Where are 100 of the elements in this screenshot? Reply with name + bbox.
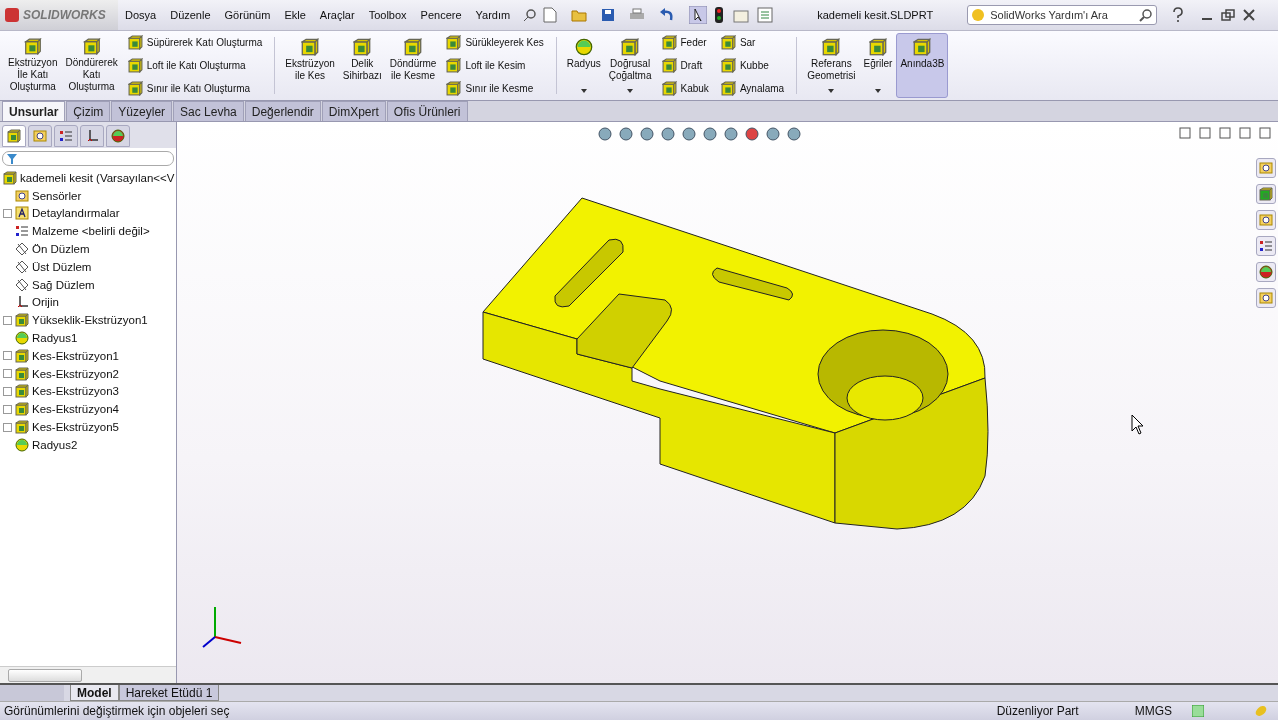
plane-icon xyxy=(15,259,29,274)
horizontal-scrollbar[interactable] xyxy=(0,666,176,683)
command-tab[interactable]: Çizim xyxy=(66,101,111,121)
ribbon-button[interactable]: Döndürme ile Kesme xyxy=(385,33,441,98)
cut-feature-icon xyxy=(15,348,29,363)
sensor-folder-icon xyxy=(15,188,29,203)
help-search-field[interactable]: SolidWorks Yardım'ı Ara xyxy=(967,5,1158,25)
command-tab[interactable]: Değerlendir xyxy=(244,101,321,121)
tree-item[interactable]: kademeli kesit (Varsayılan<<V xyxy=(20,171,175,184)
command-tab[interactable]: DimXpert xyxy=(321,101,386,121)
print-icon[interactable] xyxy=(629,8,646,22)
ribbon-button[interactable]: Delik Sihirbazı xyxy=(338,33,386,98)
expand-icon[interactable] xyxy=(3,404,12,414)
ribbon-button[interactable]: Süpürerek Katı Oluşturma xyxy=(127,35,263,50)
feature-tree-icon[interactable] xyxy=(7,129,21,143)
expand-icon[interactable] xyxy=(3,386,12,396)
command-tab[interactable]: Ofis Ürünleri xyxy=(386,101,468,121)
document-title: kademeli kesit.SLDPRT xyxy=(817,9,935,21)
tree-item[interactable]: Yükseklik-Ekstrüzyon1 xyxy=(32,314,148,327)
tree-item[interactable]: Ön Düzlem xyxy=(32,243,90,256)
status-message: Görünümlerini değiştirmek için objeleri seç xyxy=(4,704,230,718)
menu-item[interactable]: Toolbox xyxy=(361,9,414,21)
ribbon-button[interactable]: Kabuk xyxy=(661,81,709,96)
ribbon-button[interactable]: Radyus xyxy=(562,33,605,98)
expand-icon[interactable] xyxy=(3,209,12,218)
filter-icon xyxy=(7,153,17,164)
caret-icon[interactable] xyxy=(627,89,634,93)
feature-icon xyxy=(127,58,143,73)
scrollbar-thumb[interactable] xyxy=(8,668,82,682)
search-icon[interactable] xyxy=(1139,8,1154,22)
menu-item[interactable]: Yardım xyxy=(468,9,518,21)
caret-icon[interactable] xyxy=(875,89,881,93)
expand-icon[interactable] xyxy=(3,315,12,325)
feature-icon xyxy=(574,38,593,56)
traffic-light-icon[interactable] xyxy=(715,7,724,23)
save-icon[interactable] xyxy=(601,8,616,22)
units-selector[interactable]: MMGS xyxy=(1134,704,1172,718)
model-tab[interactable]: Hareket Etüdü 1 xyxy=(118,685,220,701)
ribbon-button[interactable]: Ekstrüzyon İle Katı Oluşturma xyxy=(4,33,62,98)
tree-item[interactable]: Orijin xyxy=(32,296,59,309)
feature-icon xyxy=(23,38,42,55)
select-cursor-icon[interactable] xyxy=(689,6,708,24)
menu-item[interactable]: Dosya xyxy=(118,9,164,21)
ribbon-button[interactable]: Draft xyxy=(661,58,709,73)
tree-item[interactable]: Radyus2 xyxy=(32,438,78,451)
extrude-feature-icon xyxy=(15,313,29,328)
command-tab[interactable]: Sac Levha xyxy=(173,101,244,121)
ribbon-button[interactable]: Doğrusal Çoğaltma xyxy=(604,33,656,98)
ribbon-button[interactable]: Aynalama xyxy=(720,81,785,96)
ribbon-button[interactable]: Sar xyxy=(720,35,785,50)
model-tab[interactable]: Model xyxy=(70,685,119,701)
expand-icon[interactable] xyxy=(3,422,12,432)
ribbon-button[interactable]: Referans Geometrisi xyxy=(803,33,860,98)
menu-item[interactable]: Düzenle xyxy=(163,9,218,21)
ribbon-button[interactable]: Feder xyxy=(661,35,709,50)
caret-icon[interactable] xyxy=(828,89,835,93)
logo-icon xyxy=(4,7,20,23)
tree-item[interactable]: Radyus1 xyxy=(32,332,78,345)
expand-icon[interactable] xyxy=(3,351,12,361)
ribbon-button[interactable]: Sürükleyerek Kes xyxy=(446,35,544,50)
tree-item[interactable]: Malzeme <belirli değil> xyxy=(32,225,150,238)
tree-item[interactable]: Sensörler xyxy=(32,189,82,202)
ribbon-button[interactable]: Eğriler xyxy=(859,33,897,98)
command-tab[interactable]: Unsurlar xyxy=(2,101,66,121)
menu-item[interactable]: Görünüm xyxy=(217,9,278,21)
ribbon-button[interactable]: Loft ile Katı Oluşturma xyxy=(127,58,263,73)
undo-icon[interactable] xyxy=(659,8,676,22)
open-folder-icon[interactable] xyxy=(571,8,588,22)
cut-feature-icon xyxy=(15,384,29,399)
ribbon-button[interactable]: Anında3B xyxy=(896,33,949,98)
menu-item[interactable]: Pencere xyxy=(413,9,469,21)
new-document-icon[interactable] xyxy=(543,7,558,23)
tree-item[interactable]: Kes-Ekstrüzyon2 xyxy=(32,367,119,380)
ribbon-button[interactable]: Sınır ile Katı Oluşturma xyxy=(127,81,263,96)
caret-icon[interactable] xyxy=(580,89,587,93)
ribbon-button[interactable]: Döndürerek Katı Oluşturma xyxy=(61,33,122,98)
filter-field[interactable] xyxy=(2,151,174,166)
tree-item[interactable]: Kes-Ekstrüzyon5 xyxy=(32,421,119,434)
ribbon-button[interactable]: Kubbe xyxy=(720,58,785,73)
annotation-icon xyxy=(15,206,29,221)
tree-item[interactable]: Sağ Düzlem xyxy=(32,278,95,291)
cut-feature-icon xyxy=(15,402,29,417)
tree-item[interactable]: Kes-Ekstrüzyon3 xyxy=(32,385,119,398)
ribbon-button[interactable]: Sınır ile Kesme xyxy=(446,81,544,96)
tree-item[interactable]: Kes-Ekstrüzyon1 xyxy=(32,349,119,362)
tree-item[interactable]: Kes-Ekstrüzyon4 xyxy=(32,403,119,416)
ribbon-button[interactable]: Loft ile Kesim xyxy=(446,58,544,73)
expand-icon[interactable] xyxy=(3,369,12,379)
help-question-icon[interactable] xyxy=(1171,7,1186,23)
command-tab[interactable]: Yüzeyler xyxy=(111,101,173,121)
menu-item[interactable]: Araçlar xyxy=(312,9,362,21)
feature-icon xyxy=(446,81,462,96)
feature-icon xyxy=(446,35,462,50)
tree-item[interactable]: Üst Düzlem xyxy=(32,260,92,273)
ribbon-button[interactable]: Ekstrüzyon ile Kes xyxy=(281,33,339,98)
feature-icon xyxy=(913,38,932,56)
feature-icon xyxy=(127,35,143,50)
menu-item[interactable]: Ekle xyxy=(277,9,313,21)
feature-icon xyxy=(661,81,677,96)
tree-item[interactable]: Detaylandırmalar xyxy=(32,207,120,220)
